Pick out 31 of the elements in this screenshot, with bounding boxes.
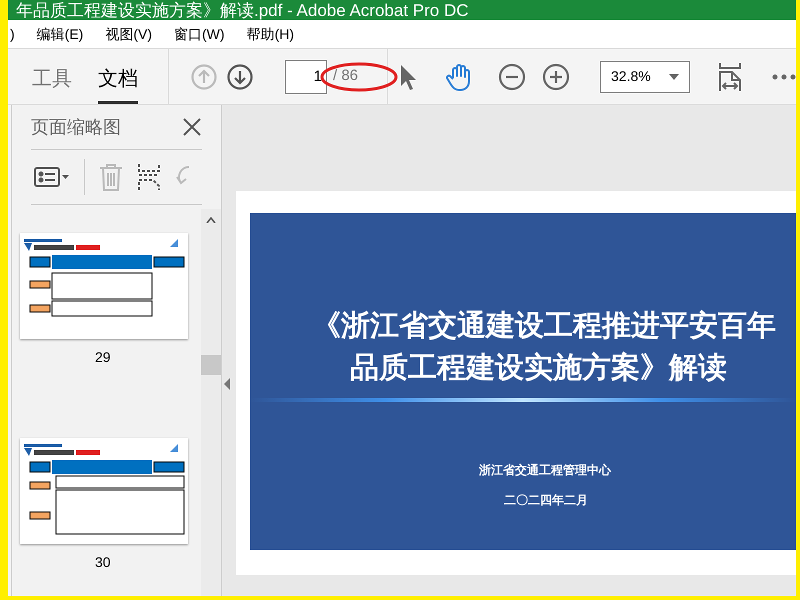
caret-icon: [669, 74, 679, 80]
page-split-icon[interactable]: [137, 163, 161, 191]
zoom-dropdown[interactable]: 32.8%: [600, 60, 690, 92]
scroll-thumb[interactable]: [201, 355, 221, 375]
menu-item[interactable]: 帮助(H): [246, 24, 294, 44]
up-caret-icon[interactable]: [206, 217, 216, 223]
organization-text: 浙江省交通工程管理中心: [479, 462, 611, 479]
page-thumbnail-drawing[interactable]: [20, 438, 188, 544]
close-icon[interactable]: [182, 117, 202, 137]
collapse-arrow-icon[interactable]: [224, 378, 230, 390]
slide-title: 品质工程建设实施方案》解读: [350, 350, 727, 386]
date-text: 二〇二四年二月: [504, 492, 588, 509]
menu-item[interactable]: 编辑(E): [36, 24, 84, 44]
tab[interactable]: 工具: [32, 64, 72, 104]
options-menu-icon[interactable]: [34, 166, 70, 188]
menu-item[interactable]: ): [10, 24, 15, 44]
panel-title: 页面缩略图: [31, 116, 121, 138]
page-number: 29: [95, 348, 111, 367]
more-icon[interactable]: [772, 74, 796, 80]
page-number: 30: [95, 553, 111, 572]
scroll-bar[interactable]: [201, 209, 221, 596]
page-count: / 86: [333, 66, 360, 86]
menu-item[interactable]: 窗口(W): [174, 24, 225, 44]
fit-page-icon[interactable]: [718, 62, 742, 92]
zoom-in-icon[interactable]: [542, 62, 570, 90]
page-thumbnail-drawing[interactable]: [20, 233, 188, 339]
menu-item[interactable]: 视图(V): [105, 24, 152, 44]
page-number-field[interactable]: 1: [285, 60, 327, 94]
slide-title: 《浙江省交通建设工程推进平安百年: [312, 308, 776, 344]
zoom-out-icon[interactable]: [498, 62, 526, 90]
window-title: 年品质工程建设实施方案》解读.pdf - Adobe Acrobat Pro DC: [16, 2, 469, 20]
